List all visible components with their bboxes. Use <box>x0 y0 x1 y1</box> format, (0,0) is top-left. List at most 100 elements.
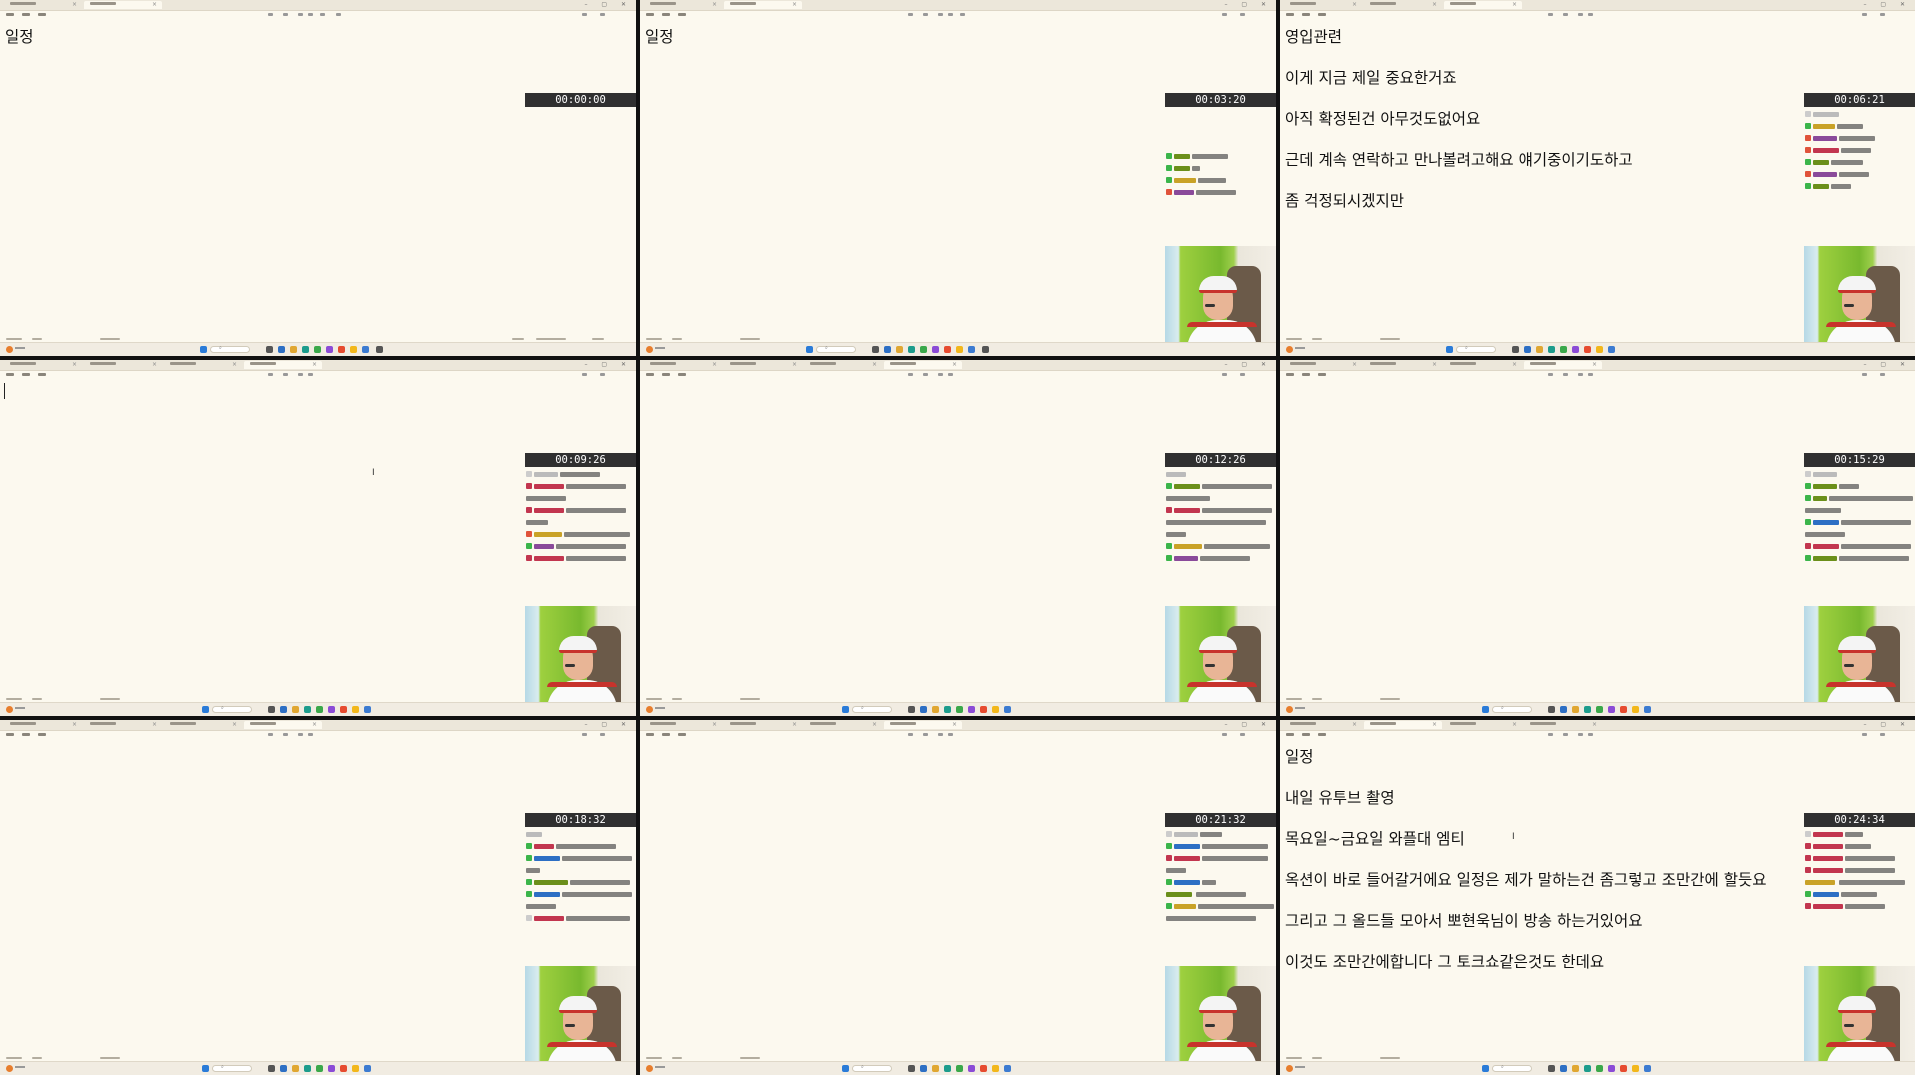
app-icon[interactable] <box>350 346 357 353</box>
tab[interactable]: × <box>1524 721 1602 729</box>
weather-icon[interactable] <box>646 1065 653 1072</box>
menu-view[interactable] <box>1318 733 1326 736</box>
start-icon[interactable] <box>1482 1065 1489 1072</box>
bold-icon[interactable] <box>298 13 303 16</box>
app-icon[interactable] <box>364 1065 371 1072</box>
app-icon[interactable] <box>1004 1065 1011 1072</box>
app-icon[interactable] <box>992 706 999 713</box>
toolbar-icon[interactable] <box>1563 373 1568 376</box>
menu-view[interactable] <box>38 373 46 376</box>
italic-icon[interactable] <box>948 733 953 736</box>
app-icon[interactable] <box>1632 1065 1639 1072</box>
settings-icon[interactable] <box>1862 373 1867 376</box>
tab[interactable]: × <box>84 721 162 729</box>
app-icon[interactable] <box>968 346 975 353</box>
app-icon[interactable] <box>884 346 891 353</box>
settings-icon[interactable] <box>582 13 587 16</box>
app-icon[interactable] <box>1560 1065 1567 1072</box>
italic-icon[interactable] <box>308 13 313 16</box>
app-icon[interactable] <box>302 346 309 353</box>
toolbar-icon[interactable] <box>268 373 273 376</box>
app-icon[interactable] <box>944 706 951 713</box>
tab[interactable]: × <box>164 721 242 729</box>
folder-icon[interactable] <box>932 706 939 713</box>
app-icon[interactable] <box>340 706 347 713</box>
app-icon[interactable] <box>278 346 285 353</box>
weather-icon[interactable] <box>1286 346 1293 353</box>
tab[interactable]: × <box>4 1 82 9</box>
menu-view[interactable] <box>678 13 686 16</box>
bold-icon[interactable] <box>298 733 303 736</box>
bold-icon[interactable] <box>938 13 943 16</box>
settings-icon[interactable] <box>1862 13 1867 16</box>
browser-icon[interactable] <box>956 706 963 713</box>
gear-icon[interactable] <box>600 373 605 376</box>
app-icon[interactable] <box>340 1065 347 1072</box>
start-icon[interactable] <box>1446 346 1453 353</box>
menu-view[interactable] <box>38 13 46 16</box>
toolbar-icon[interactable] <box>908 733 913 736</box>
tab-active[interactable]: × <box>84 1 162 9</box>
tab[interactable]: × <box>1284 721 1362 729</box>
app-icon[interactable] <box>1608 706 1615 713</box>
window-controls[interactable]: – ▢ ✕ <box>584 361 632 369</box>
taskview-icon[interactable] <box>268 706 275 713</box>
italic-icon[interactable] <box>1588 733 1593 736</box>
folder-icon[interactable] <box>292 1065 299 1072</box>
app-icon[interactable] <box>304 706 311 713</box>
start-icon[interactable] <box>806 346 813 353</box>
weather-icon[interactable] <box>646 706 653 713</box>
menu-edit[interactable] <box>662 373 670 376</box>
toolbar-icon[interactable] <box>320 13 325 16</box>
toolbar-icon[interactable] <box>268 13 273 16</box>
bold-icon[interactable] <box>938 373 943 376</box>
window-controls[interactable]: – ▢ ✕ <box>1863 721 1911 729</box>
menu-edit[interactable] <box>22 373 30 376</box>
app-icon[interactable] <box>1644 706 1651 713</box>
menu-edit[interactable] <box>662 13 670 16</box>
tab[interactable]: × <box>1364 1 1442 9</box>
toolbar-icon[interactable] <box>283 733 288 736</box>
app-icon[interactable] <box>1572 346 1579 353</box>
app-icon[interactable] <box>280 1065 287 1072</box>
window-controls[interactable]: – ▢ ✕ <box>1224 1 1272 9</box>
toolbar-icon[interactable] <box>923 733 928 736</box>
search-input[interactable]: ⌕ <box>1492 1064 1532 1072</box>
tab[interactable]: × <box>644 1 722 9</box>
app-icon[interactable] <box>1620 706 1627 713</box>
app-icon[interactable] <box>1644 1065 1651 1072</box>
gear-icon[interactable] <box>1240 373 1245 376</box>
weather-icon[interactable] <box>6 706 13 713</box>
settings-icon[interactable] <box>1222 733 1227 736</box>
menu-file[interactable] <box>6 373 14 376</box>
toolbar-icon[interactable] <box>1548 373 1553 376</box>
search-input[interactable]: ⌕ <box>1492 705 1532 713</box>
toolbar-icon[interactable] <box>923 13 928 16</box>
tab[interactable]: × <box>644 721 722 729</box>
tab[interactable]: × <box>804 721 882 729</box>
tab[interactable]: × <box>724 721 802 729</box>
tab[interactable]: × <box>4 361 82 369</box>
window-controls[interactable]: – ▢ ✕ <box>584 1 632 9</box>
browser-icon[interactable] <box>314 346 321 353</box>
bold-icon[interactable] <box>1578 733 1583 736</box>
folder-icon[interactable] <box>1572 1065 1579 1072</box>
start-icon[interactable] <box>200 346 207 353</box>
weather-icon[interactable] <box>1286 1065 1293 1072</box>
taskview-icon[interactable] <box>1548 706 1555 713</box>
tab-active[interactable]: × <box>884 721 962 729</box>
app-icon[interactable] <box>1584 346 1591 353</box>
gear-icon[interactable] <box>1880 733 1885 736</box>
app-icon[interactable] <box>362 346 369 353</box>
taskview-icon[interactable] <box>908 706 915 713</box>
italic-icon[interactable] <box>308 373 313 376</box>
start-icon[interactable] <box>842 1065 849 1072</box>
toolbar-icon[interactable] <box>336 13 341 16</box>
bold-icon[interactable] <box>938 733 943 736</box>
menu-view[interactable] <box>38 733 46 736</box>
menu-view[interactable] <box>678 733 686 736</box>
app-icon[interactable] <box>968 1065 975 1072</box>
app-icon[interactable] <box>920 706 927 713</box>
app-icon[interactable] <box>376 346 383 353</box>
search-input[interactable]: ⌕ <box>212 1064 252 1072</box>
